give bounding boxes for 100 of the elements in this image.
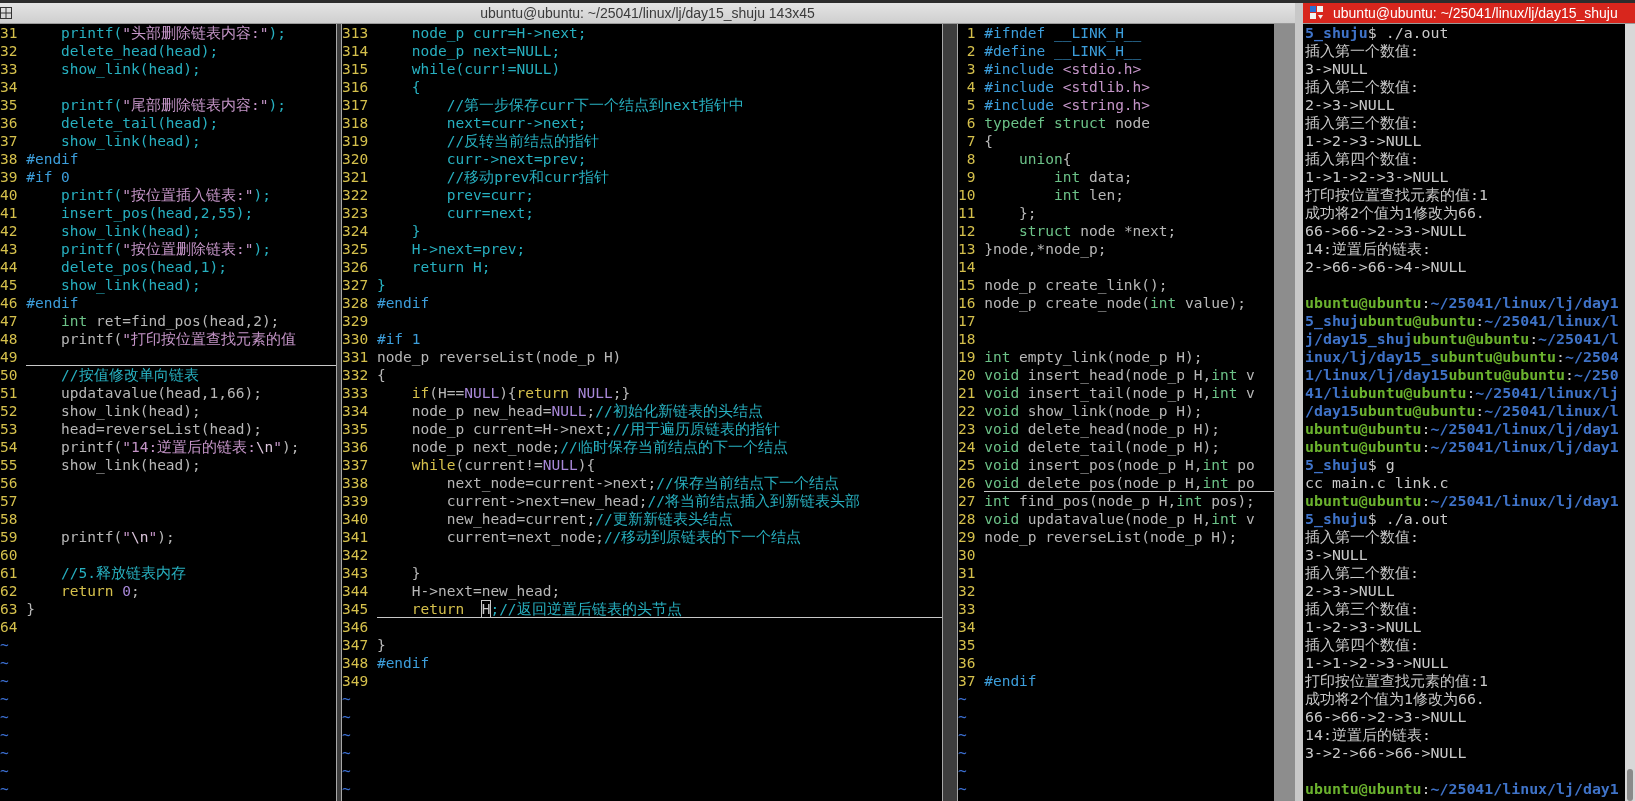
terminal-line: 成功将2个值为1修改为66.	[1305, 690, 1485, 708]
empty-line-marker: ~	[342, 762, 351, 780]
code-line: int empty_link(node_p H);	[984, 348, 1204, 366]
code-line: node_p create_node(int value);	[984, 294, 1248, 312]
scrollbar-thumb[interactable]	[1627, 769, 1633, 801]
window-title: ubuntu@ubuntu: ~/25041/linux/lj/day15_shuju	[1333, 5, 1618, 21]
code-line: show_link(head);	[60, 456, 202, 474]
line-number: 49	[0, 348, 19, 366]
terminal-line: 14:逆置后的链表:	[1305, 726, 1431, 744]
code-line: curr=next;	[445, 204, 536, 222]
terminal-line: 插入第一个数值:	[1305, 42, 1419, 60]
code-line: delete_tail(head);	[60, 114, 220, 132]
line-number: 323	[342, 204, 370, 222]
empty-line-marker: ~	[0, 690, 9, 708]
line-number: 31	[0, 24, 19, 42]
line-number: 55	[0, 456, 19, 474]
line-number: 8	[965, 150, 977, 168]
line-number: 46	[0, 294, 19, 312]
line-number: 24	[958, 438, 977, 456]
line-number: 313	[342, 24, 370, 42]
line-number: 61	[0, 564, 19, 582]
line-number: 18	[958, 330, 977, 348]
line-number: 335	[342, 420, 370, 438]
line-number: 317	[342, 96, 370, 114]
terminal-app-icon	[1309, 5, 1325, 21]
line-number: 33	[958, 600, 977, 618]
line-number: 325	[342, 240, 370, 258]
terminal-line: j/day15_shuj ubuntu@ubuntu:~/25041/l	[1305, 330, 1619, 348]
line-number: 36	[958, 654, 977, 672]
code-line: }	[26, 600, 36, 618]
line-number: 344	[342, 582, 370, 600]
code-line: printf("按位置删除链表:");	[60, 240, 272, 258]
terminal-line: 1->1->2->3->NULL	[1305, 168, 1449, 186]
code-line: //第一步保存curr下一个结点到next指针中	[445, 96, 746, 114]
code-line: delete_head(head);	[60, 42, 220, 60]
terminal-line: 1/linux/lj/day15ubuntu@ubuntu:~/250	[1305, 366, 1619, 384]
code-line: printf("尾部删除链表内容:");	[60, 96, 287, 114]
code-line: node_p create_link();	[984, 276, 1169, 294]
code-line: #if 1	[376, 330, 422, 348]
line-number: 333	[342, 384, 370, 402]
line-number: 346	[342, 618, 370, 636]
line-number: 29	[958, 528, 977, 546]
code-line: #define __LINK_H__	[984, 42, 1143, 60]
code-line: }	[410, 564, 422, 582]
code-line: #include <string.h>	[984, 96, 1152, 114]
line-number: 321	[342, 168, 370, 186]
window-title: ubuntu@ubuntu: ~/25041/linux/lj/day15_shuju 143x45	[480, 5, 815, 21]
terminal-line: 5_shuju$ ./a.out	[1305, 510, 1449, 528]
line-number: 38	[0, 150, 19, 168]
code-line: #endif	[984, 672, 1038, 690]
line-number: 340	[342, 510, 370, 528]
line-number: 23	[958, 420, 977, 438]
code-line: node_p next_node;//临时保存当前结点的下一个结点	[410, 438, 789, 456]
line-number: 21	[958, 384, 977, 402]
line-number: 37	[0, 132, 19, 150]
line-number: 316	[342, 78, 370, 96]
line-number: 26	[958, 474, 977, 492]
line-number: 349	[342, 672, 370, 690]
code-line: node_p reverseList(node_p H);	[984, 528, 1239, 546]
line-number: 14	[958, 258, 977, 276]
empty-line-marker: ~	[342, 726, 351, 744]
terminal-line: 3->2->66->66->NULL	[1305, 744, 1467, 762]
empty-line-marker: ~	[958, 690, 967, 708]
empty-line-marker: ~	[958, 726, 967, 744]
line-number: 347	[342, 636, 370, 654]
code-line: show_link(head);	[60, 132, 202, 150]
code-line: void delete_head(node_p H);	[984, 420, 1221, 438]
line-number: 48	[0, 330, 19, 348]
scrollbar[interactable]	[1625, 24, 1635, 801]
terminal-line: 插入第二个数值:	[1305, 78, 1419, 96]
terminal-line: 插入第四个数值:	[1305, 150, 1419, 168]
empty-line-marker: ~	[0, 780, 9, 798]
code-line: int data;	[1053, 168, 1134, 186]
terminal-line: 3->NULL	[1305, 546, 1368, 564]
line-number: 348	[342, 654, 370, 672]
line-number: 43	[0, 240, 19, 258]
terminal-line: 3->NULL	[1305, 60, 1368, 78]
code-line: void delete_tail(node_p H);	[984, 438, 1221, 456]
code-line: void updatavalue(node_p H,int v	[984, 510, 1256, 528]
code-line: }	[410, 222, 422, 240]
line-number: 63	[0, 600, 19, 618]
code-line: union{	[1018, 150, 1073, 168]
code-line: int ret=find_pos(head,2);	[60, 312, 281, 330]
code-line: prev=curr;	[445, 186, 536, 204]
line-number: 57	[0, 492, 19, 510]
terminal-line: 1->1->2->3->NULL	[1305, 654, 1449, 672]
line-number: 328	[342, 294, 370, 312]
code-line: {	[376, 366, 387, 384]
empty-line-marker: ~	[0, 744, 9, 762]
terminal-line: 打印按位置查找元素的值:1	[1305, 186, 1488, 204]
code-line: return H;//返回逆置后链表的头节点	[376, 600, 942, 618]
line-number: 54	[0, 438, 19, 456]
line-number: 342	[342, 546, 370, 564]
terminal-line: ubuntu@ubuntu:~/25041/linux/lj/day1	[1305, 780, 1619, 798]
code-line: int find_pos(node_p H,int pos);	[984, 492, 1256, 510]
code-line: head=reverseList(head);	[60, 420, 263, 438]
code-line: show_link(head);	[60, 402, 202, 420]
line-number: 338	[342, 474, 370, 492]
empty-line-marker: ~	[0, 726, 9, 744]
code-line: }	[376, 276, 387, 294]
